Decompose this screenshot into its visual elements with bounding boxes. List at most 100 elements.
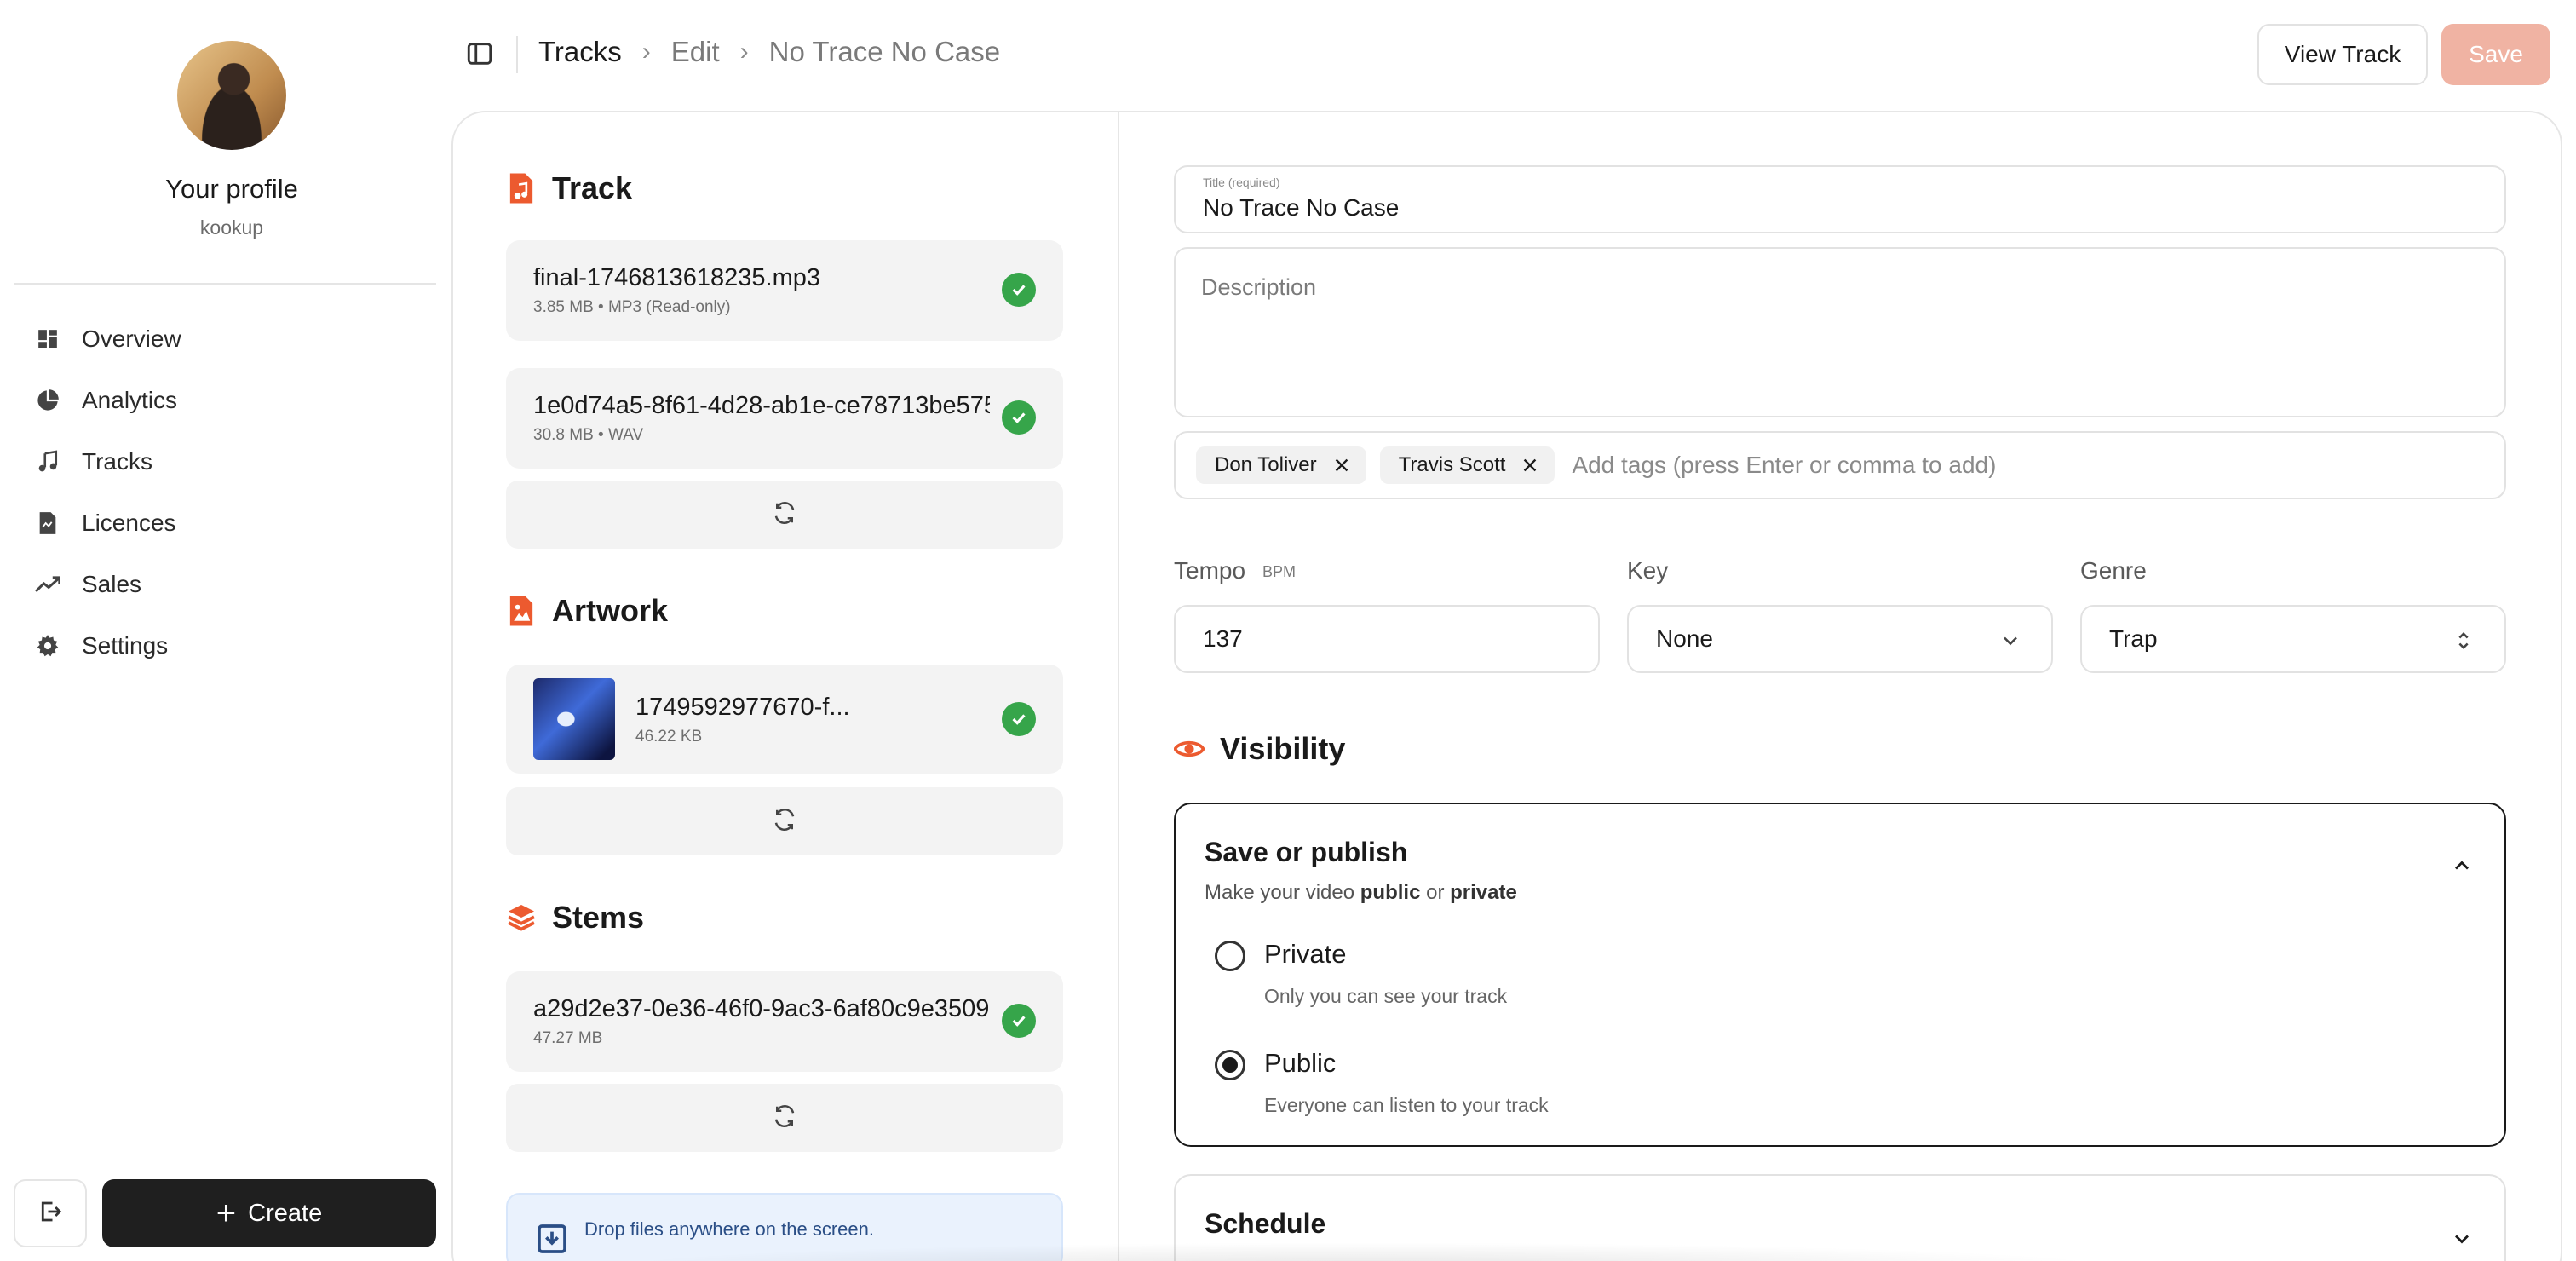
title-field[interactable]: Title (required) No Trace No Case: [1174, 165, 2506, 233]
file-name: 1e0d74a5-8f61-4d28-ab1e-ce78713be575.wav: [533, 392, 990, 419]
check-circle-icon: [1002, 1004, 1036, 1038]
tempo-value: 137: [1203, 625, 1243, 652]
track-section-title: Track: [506, 170, 632, 206]
artwork-file[interactable]: 1749592977670-f... 46.22 KB: [506, 665, 1063, 774]
key-label: Key: [1627, 557, 1669, 584]
title-field-label: Title (required): [1203, 176, 1280, 189]
refresh-icon: [772, 1103, 797, 1133]
sidebar-toggle-icon[interactable]: [465, 39, 494, 68]
visibility-title: Visibility: [1220, 731, 1346, 766]
track-file-wav[interactable]: 1e0d74a5-8f61-4d28-ab1e-ce78713be575.wav…: [506, 368, 1063, 469]
artwork-title: Artwork: [552, 593, 669, 628]
genre-label: Genre: [2080, 557, 2147, 584]
tempo-label-text: Tempo: [1174, 557, 1246, 584]
sidebar-item-settings[interactable]: Settings: [0, 615, 450, 677]
description-field[interactable]: Description: [1174, 247, 2506, 417]
chevron-right-icon: ›: [641, 37, 651, 66]
sidebar: Your profile kookup Overview Analytics T…: [0, 0, 450, 1261]
sidebar-item-label: Analytics: [82, 387, 178, 413]
close-icon[interactable]: [1332, 456, 1351, 475]
file-meta: 3.85 MB • MP3 (Read-only): [533, 298, 731, 316]
sidebar-item-label: Sales: [82, 571, 142, 597]
document-icon: [34, 510, 61, 537]
track-file-mp3[interactable]: final-1746813618235.mp3 3.85 MB • MP3 (R…: [506, 240, 1063, 341]
file-meta: 30.8 MB • WAV: [533, 426, 644, 444]
file-meta: 47.27 MB: [533, 1029, 603, 1047]
chevron-up-down-icon: [2452, 629, 2475, 653]
save-or-publish-panel: Save or publish Make your video public o…: [1174, 803, 2506, 1147]
title-input[interactable]: No Trace No Case: [1203, 194, 1399, 222]
file-name: 1749592977670-f...: [635, 694, 850, 721]
save-button[interactable]: Save: [2441, 24, 2550, 85]
genre-select[interactable]: Trap: [2080, 605, 2506, 673]
tempo-label: Tempo BPM: [1174, 557, 1296, 584]
refresh-icon: [772, 500, 797, 530]
schedule-title: Schedule: [1205, 1208, 1326, 1239]
dashboard-icon: [34, 325, 61, 353]
private-label[interactable]: Private: [1264, 939, 1346, 970]
sidebar-item-analytics[interactable]: Analytics: [0, 370, 450, 431]
tempo-input[interactable]: 137: [1174, 605, 1600, 673]
file-name: a29d2e37-0e36-46f0-9ac3-6af80c9e3509: [533, 995, 990, 1022]
logout-button[interactable]: [14, 1179, 87, 1247]
genre-value: Trap: [2109, 625, 2158, 652]
header-divider: [516, 36, 518, 73]
eye-icon: [1174, 732, 1205, 766]
profile-name[interactable]: Your profile: [0, 174, 463, 204]
gear-icon: [34, 632, 61, 659]
avatar[interactable]: [177, 41, 286, 150]
key-select[interactable]: None: [1627, 605, 2053, 673]
sidebar-divider: [14, 283, 436, 285]
tag-chip[interactable]: Travis Scott: [1379, 446, 1555, 484]
replace-stems-button[interactable]: [506, 1084, 1063, 1152]
private-description: Only you can see your track: [1264, 985, 1508, 1007]
key-value: None: [1656, 625, 1713, 652]
check-circle-icon: [1002, 273, 1036, 307]
close-icon[interactable]: [1521, 456, 1539, 475]
stems-file[interactable]: a29d2e37-0e36-46f0-9ac3-6af80c9e3509 47.…: [506, 971, 1063, 1072]
replace-track-button[interactable]: [506, 481, 1063, 549]
sidebar-item-label: Tracks: [82, 448, 152, 475]
sidebar-item-licences[interactable]: Licences: [0, 492, 450, 554]
replace-artwork-button[interactable]: [506, 787, 1063, 855]
create-button[interactable]: + Create: [102, 1179, 436, 1247]
create-button-label: Create: [248, 1199, 323, 1227]
panel-title: Save or publish: [1205, 837, 1408, 867]
visibility-section-title: Visibility: [1174, 731, 1345, 767]
view-track-button[interactable]: View Track: [2257, 24, 2428, 85]
check-circle-icon: [1002, 702, 1036, 736]
breadcrumb-edit[interactable]: Edit: [671, 36, 720, 68]
logout-icon: [37, 1199, 63, 1229]
breadcrumb-tracks[interactable]: Tracks: [538, 36, 622, 68]
column-divider: [1118, 111, 1119, 1261]
download-icon: [535, 1222, 569, 1256]
sidebar-item-sales[interactable]: Sales: [0, 554, 450, 615]
sidebar-item-label: Licences: [82, 510, 176, 536]
file-name: final-1746813618235.mp3: [533, 264, 820, 291]
tags-input[interactable]: Add tags (press Enter or comma to add): [1572, 452, 1996, 479]
chevron-up-icon[interactable]: [2450, 854, 2474, 878]
tags-field[interactable]: Don Toliver Travis Scott Add tags (press…: [1174, 431, 2506, 499]
plus-icon: +: [216, 1195, 237, 1232]
breadcrumb: Tracks › Edit › No Trace No Case: [538, 36, 1000, 68]
public-description: Everyone can listen to your track: [1264, 1094, 1549, 1116]
dropzone-text: Drop files anywhere on the screen.: [584, 1218, 874, 1240]
artwork-section-title: Artwork: [506, 593, 668, 629]
refresh-icon: [772, 807, 797, 837]
pie-chart-icon: [34, 387, 61, 414]
sidebar-item-label: Settings: [82, 632, 169, 659]
private-radio[interactable]: [1215, 941, 1245, 971]
chevron-right-icon: ›: [739, 37, 749, 66]
public-radio[interactable]: [1215, 1050, 1245, 1080]
sidebar-item-overview[interactable]: Overview: [0, 308, 450, 370]
sidebar-item-tracks[interactable]: Tracks: [0, 431, 450, 492]
tag-chip[interactable]: Don Toliver: [1196, 446, 1366, 484]
public-label[interactable]: Public: [1264, 1048, 1336, 1079]
music-note-icon: [34, 448, 61, 475]
chevron-down-icon: [2450, 1227, 2474, 1251]
layers-icon: [506, 901, 537, 935]
chevron-down-icon: [1998, 629, 2022, 653]
stems-section-title: Stems: [506, 900, 644, 936]
check-circle-icon: [1002, 400, 1036, 435]
scroll-shadow: [596, 1242, 2130, 1261]
